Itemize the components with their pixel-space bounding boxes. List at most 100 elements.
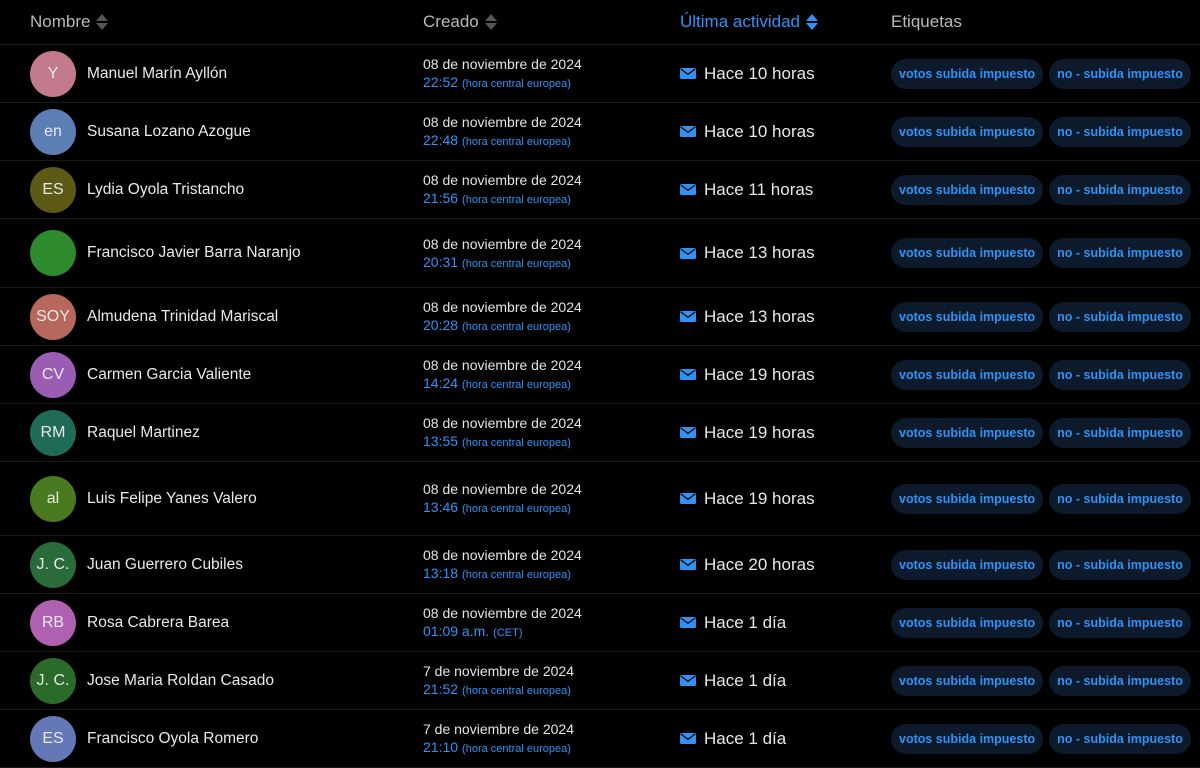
table-row[interactable]: en Susana Lozano Azogue 08 de noviembre de… [0, 103, 1200, 161]
created-date: 08 de noviembre de 2024 [423, 481, 582, 497]
created-cell: 08 de noviembre de 2024 13:18 (hora centra… [393, 546, 643, 583]
activity-text: Hace 1 día [704, 728, 787, 748]
envelope-icon [680, 184, 696, 195]
tags-cell: votos subida impuesto no - subida impuest… [862, 301, 1200, 332]
table-row[interactable]: al Luis Felipe Yanes Valero 08 de noviembr… [0, 462, 1200, 536]
tag-badge[interactable]: no - subida impuesto [1049, 417, 1191, 448]
contact-cell: ES Lydia Oyola Tristancho [0, 166, 393, 213]
created-cell: 7 de noviembre de 2024 21:52 (hora central… [393, 662, 643, 699]
tag-badge[interactable]: no - subida impuesto [1049, 665, 1191, 696]
tag-badge[interactable]: no - subida impuesto [1049, 549, 1191, 580]
tag-badge[interactable]: no - subida impuesto [1049, 238, 1191, 268]
table-row[interactable]: CV Carmen Garcia Valiente 08 de noviembre … [0, 346, 1200, 404]
tag-badge[interactable]: votos subida impuesto [891, 417, 1044, 448]
contact-name[interactable]: Manuel Marín Ayllón [87, 65, 227, 83]
avatar-initials: RM [40, 423, 66, 441]
tag-badge[interactable]: votos subida impuesto [891, 665, 1044, 696]
tags-cell: votos subida impuesto no - subida impuest… [862, 665, 1200, 696]
tag-badge[interactable]: no - subida impuesto [1049, 58, 1191, 89]
contact-name[interactable]: Luis Felipe Yanes Valero [87, 490, 257, 508]
table-row[interactable]: RM Raquel Martinez 08 de noviembre de 2024… [0, 404, 1200, 462]
activity-cell: Hace 19 horas [643, 423, 862, 443]
table-row[interactable]: SOY Almudena Trinidad Mariscal 08 de novie… [0, 288, 1200, 346]
tag-badge[interactable]: votos subida impuesto [891, 359, 1044, 390]
tag-badge[interactable]: votos subida impuesto [891, 58, 1044, 89]
tag-badge[interactable]: votos subida impuesto [891, 174, 1044, 205]
activity-text: Hace 19 horas [704, 488, 815, 508]
avatar[interactable] [30, 230, 76, 276]
table-row[interactable]: ES Lydia Oyola Tristancho 08 de noviembre … [0, 161, 1200, 219]
tags-cell: votos subida impuesto no - subida impuest… [862, 58, 1200, 89]
created-date: 08 de noviembre de 2024 [423, 605, 582, 621]
table-row[interactable]: RB Rosa Cabrera Barea 08 de noviembre de 2… [0, 594, 1200, 652]
tag-badge[interactable]: no - subida impuesto [1049, 116, 1191, 147]
contact-name[interactable]: Rosa Cabrera Barea [87, 614, 229, 632]
tag-badge[interactable]: no - subida impuesto [1049, 607, 1191, 638]
avatar[interactable]: Y [30, 50, 76, 97]
contact-name[interactable]: Francisco Oyola Romero [87, 730, 258, 748]
created-time: 13:55 [423, 433, 459, 449]
tag-badge[interactable]: votos subida impuesto [891, 301, 1044, 332]
avatar[interactable]: al [30, 475, 76, 522]
column-header-created[interactable]: Creado [393, 12, 643, 32]
tag-badge[interactable]: votos subida impuesto [891, 607, 1044, 638]
contact-name[interactable]: Raquel Martinez [87, 424, 200, 442]
avatar[interactable]: CV [30, 351, 76, 398]
column-header-activity-label: Última actividad [680, 12, 800, 31]
activity-text: Hace 13 horas [704, 243, 815, 262]
contact-name[interactable]: Carmen Garcia Valiente [87, 366, 251, 384]
avatar-initials: SOY [36, 307, 70, 325]
avatar[interactable]: J. C. [30, 657, 76, 704]
column-header-name[interactable]: Nombre [0, 12, 393, 32]
table-row[interactable]: ES Francisco Oyola Romero 7 de noviembre d… [0, 710, 1200, 768]
created-time: 01:09 a.m. [423, 623, 490, 639]
avatar[interactable]: en [30, 108, 76, 155]
created-time: 20:31 [423, 253, 459, 270]
timezone-label: (hora central europea) [462, 194, 571, 206]
table-row[interactable]: Y Manuel Marín Ayllón 08 de noviembre de 2… [0, 45, 1200, 103]
tags-cell: votos subida impuesto no - subida impuest… [862, 723, 1200, 754]
tag-badge[interactable]: no - subida impuesto [1049, 174, 1191, 205]
tag-badge[interactable]: votos subida impuesto [891, 238, 1044, 268]
table-row[interactable]: J. C. Juan Guerrero Cubiles 08 de noviembr… [0, 536, 1200, 594]
created-date: 08 de noviembre de 2024 [423, 415, 582, 431]
envelope-icon [680, 68, 696, 79]
contact-name[interactable]: Almudena Trinidad Mariscal [87, 308, 278, 326]
avatar-initials: RB [41, 613, 65, 631]
avatar[interactable]: RM [30, 409, 76, 456]
column-header-activity[interactable]: Última actividad [643, 12, 862, 32]
tag-badge[interactable]: votos subida impuesto [891, 723, 1044, 754]
tag-badge[interactable]: no - subida impuesto [1049, 723, 1191, 754]
contact-name[interactable]: Juan Guerrero Cubiles [87, 556, 243, 574]
created-cell: 08 de noviembre de 2024 01:09 a.m. (CET) [393, 604, 643, 641]
created-time: 21:56 [423, 190, 459, 206]
avatar[interactable]: ES [30, 715, 76, 762]
avatar[interactable]: ES [30, 166, 76, 213]
created-time: 13:46 [423, 499, 459, 515]
envelope-icon [680, 311, 696, 322]
tag-badge[interactable]: votos subida impuesto [891, 549, 1044, 580]
envelope-icon [680, 126, 696, 137]
tag-badge[interactable]: no - subida impuesto [1049, 359, 1191, 390]
created-date: 7 de noviembre de 2024 [423, 663, 574, 679]
avatar[interactable]: J. C. [30, 541, 76, 588]
table-row[interactable]: Francisco Javier Barra Naranjo 08 de novi… [0, 219, 1200, 288]
table-row[interactable]: J. C. Jose Maria Roldan Casado 7 de noviem… [0, 652, 1200, 710]
avatar[interactable]: RB [30, 599, 76, 646]
contact-name[interactable]: Francisco Javier Barra Naranjo [87, 244, 301, 262]
column-header-name-label: Nombre [30, 12, 91, 31]
column-header-tags-label: Etiquetas [891, 12, 962, 31]
contact-name[interactable]: Lydia Oyola Tristancho [87, 181, 244, 199]
tag-badge[interactable]: no - subida impuesto [1049, 483, 1191, 514]
tag-badge[interactable]: no - subida impuesto [1049, 301, 1191, 332]
avatar[interactable]: SOY [30, 293, 76, 340]
contact-name[interactable]: Susana Lozano Azogue [87, 123, 251, 141]
tag-badge[interactable]: votos subida impuesto [891, 483, 1044, 514]
created-time: 22:52 [423, 74, 459, 90]
table-body: Y Manuel Marín Ayllón 08 de noviembre de 2… [0, 45, 1200, 768]
tags-cell: votos subida impuesto no - subida impuest… [862, 174, 1200, 205]
contact-name[interactable]: Jose Maria Roldan Casado [87, 672, 274, 690]
tag-badge[interactable]: votos subida impuesto [891, 116, 1044, 147]
tags-cell: votos subida impuesto no - subida impuest… [862, 549, 1200, 580]
contact-cell: RM Raquel Martinez [0, 409, 393, 456]
